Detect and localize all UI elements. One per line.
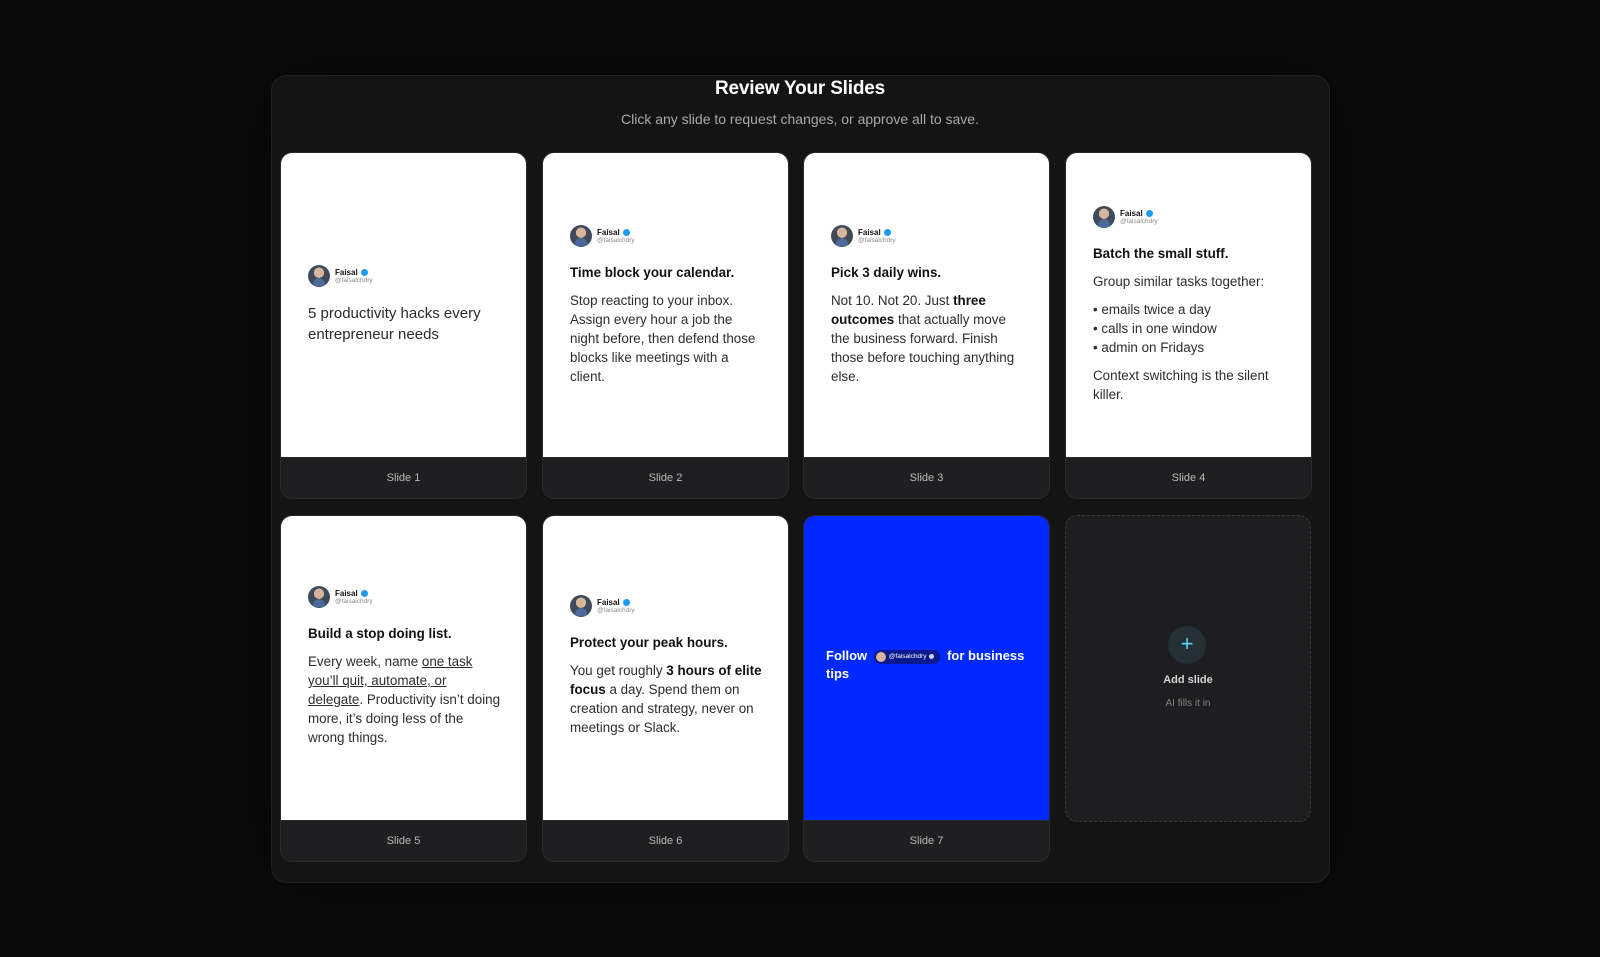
slide-label: Slide 7 <box>804 820 1049 861</box>
author-name: Faisal <box>858 227 881 237</box>
author-block: Faisal @faisalchdry <box>570 225 764 247</box>
author-handle: @faisalchdry <box>597 606 635 614</box>
slide-card-4[interactable]: Faisal @faisalchdry Batch the small stuf… <box>1065 152 1312 499</box>
add-slide-sublabel: AI fills it in <box>1165 698 1211 709</box>
slide-label: Slide 2 <box>543 457 788 498</box>
add-slide-label: Add slide <box>1163 674 1213 686</box>
slide-heading: Build a stop doing list. <box>308 626 452 641</box>
handle-text: @faisalchdry <box>888 652 927 660</box>
slide-preview: Faisal @faisalchdry Build a stop doing l… <box>281 516 526 821</box>
bullet-list: • emails twice a day • calls in one wind… <box>1093 300 1287 357</box>
author-block: Faisal @faisalchdry <box>1093 206 1287 228</box>
slide-card-5[interactable]: Faisal @faisalchdry Build a stop doing l… <box>280 515 527 862</box>
verified-icon <box>622 228 630 236</box>
author-name: Faisal <box>1120 208 1143 218</box>
slide-card-2[interactable]: Faisal @faisalchdry Time block your cale… <box>542 152 789 499</box>
plus-icon: + <box>1168 626 1206 664</box>
handle-pill: @faisalchdry <box>873 649 941 664</box>
slide-preview: Faisal @faisalchdry Pick 3 daily wins. N… <box>804 153 1049 458</box>
slide-label: Slide 1 <box>281 457 526 498</box>
slide-text: 5 productivity hacks every entrepreneur … <box>308 305 481 343</box>
follow-cta: Follow @faisalchdry for business tips <box>826 647 1029 683</box>
slide-card-7[interactable]: Follow @faisalchdry for business tips Sl… <box>803 515 1050 862</box>
slide-body: Not 10. Not 20. Just three outcomes that… <box>831 291 1025 386</box>
verified-icon <box>360 589 368 597</box>
slide-preview: Follow @faisalchdry for business tips <box>804 516 1049 821</box>
verified-icon <box>360 268 368 276</box>
slide-label: Slide 3 <box>804 457 1049 498</box>
slide-body: Every week, name one task you’ll quit, a… <box>308 652 502 747</box>
slide-preview: Faisal @faisalchdry Time block your cale… <box>543 153 788 458</box>
author-handle: @faisalchdry <box>597 236 635 244</box>
slide-heading: Pick 3 daily wins. <box>831 265 942 280</box>
list-item: • calls in one window <box>1093 321 1217 336</box>
avatar <box>570 225 592 247</box>
avatar <box>308 586 330 608</box>
page-title: Review Your Slides <box>715 78 885 99</box>
page-subtitle: Click any slide to request changes, or a… <box>621 111 979 127</box>
slide-preview: Faisal @faisalchdry Batch the small stuf… <box>1066 153 1311 458</box>
avatar <box>831 225 853 247</box>
body-text: Every week, name <box>308 654 422 669</box>
slide-card-1[interactable]: Faisal @faisalchdry 5 productivity hacks… <box>280 152 527 499</box>
list-item: • emails twice a day <box>1093 302 1211 317</box>
list-item: • admin on Fridays <box>1093 340 1205 355</box>
slide-heading: Batch the small stuff. <box>1093 246 1229 261</box>
author-block: Faisal @faisalchdry <box>831 225 1025 247</box>
slide-card-3[interactable]: Faisal @faisalchdry Pick 3 daily wins. N… <box>803 152 1050 499</box>
slide-label: Slide 6 <box>543 820 788 861</box>
add-slide-button[interactable]: + Add slide AI fills it in <box>1065 515 1311 822</box>
slide-intro: Group similar tasks together: <box>1093 274 1265 289</box>
author-block: Faisal @faisalchdry <box>570 595 764 617</box>
slide-heading: Protect your peak hours. <box>570 635 728 650</box>
slide-heading: Time block your calendar. <box>570 265 735 280</box>
verified-icon <box>622 598 630 606</box>
author-block: Faisal @faisalchdry <box>308 586 502 608</box>
slide-label: Slide 4 <box>1066 457 1311 498</box>
slide-preview: Faisal @faisalchdry 5 productivity hacks… <box>281 153 526 458</box>
author-handle: @faisalchdry <box>1120 217 1158 225</box>
slide-body: Stop reacting to your inbox. Assign ever… <box>570 293 756 384</box>
author-block: Faisal @faisalchdry <box>308 265 502 287</box>
verified-icon <box>1145 209 1153 217</box>
author-handle: @faisalchdry <box>335 597 373 605</box>
avatar <box>570 595 592 617</box>
author-handle: @faisalchdry <box>858 236 896 244</box>
follow-text: Follow <box>826 648 868 663</box>
slide-label: Slide 5 <box>281 820 526 861</box>
slide-body: You get roughly 3 hours of elite focus a… <box>570 661 764 737</box>
avatar <box>875 651 886 662</box>
body-text: Not 10. Not 20. Just <box>831 293 954 308</box>
author-name: Faisal <box>597 597 620 607</box>
slide-preview: Faisal @faisalchdry Protect your peak ho… <box>543 516 788 821</box>
slide-outro: Context switching is the silent killer. <box>1093 368 1269 402</box>
author-name: Faisal <box>335 588 358 598</box>
slide-card-6[interactable]: Faisal @faisalchdry Protect your peak ho… <box>542 515 789 862</box>
avatar <box>308 265 330 287</box>
body-text: You get roughly <box>570 663 667 678</box>
author-handle: @faisalchdry <box>335 276 373 284</box>
avatar <box>1093 206 1115 228</box>
author-name: Faisal <box>335 267 358 277</box>
verified-icon <box>929 654 935 660</box>
verified-icon <box>883 228 891 236</box>
author-name: Faisal <box>597 227 620 237</box>
